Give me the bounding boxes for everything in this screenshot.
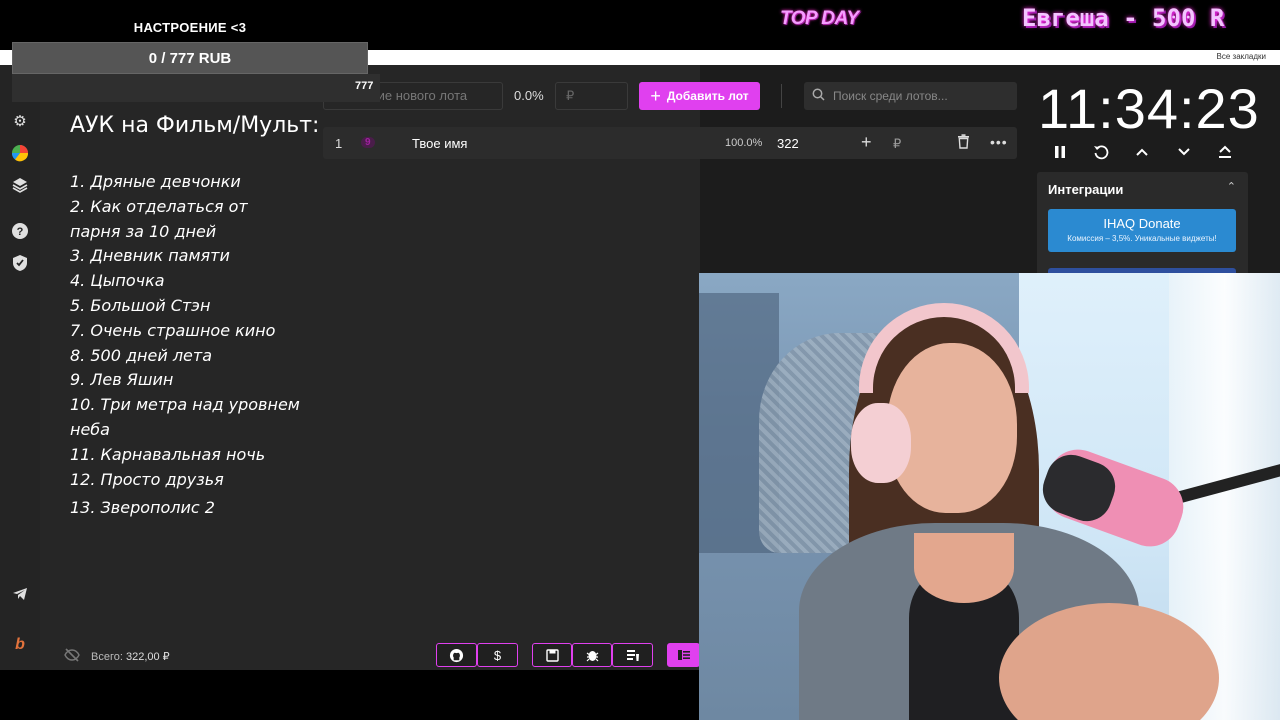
save-icon[interactable]	[532, 643, 572, 667]
search-placeholder: Поиск среди лотов...	[833, 89, 948, 103]
pause-icon[interactable]	[1048, 140, 1072, 164]
film-item: 3. Дневник памяти	[70, 246, 230, 266]
top-day-label: TOP DAY	[780, 8, 859, 29]
stream-bottom-bar	[0, 670, 699, 720]
more-options-icon[interactable]: •••	[990, 134, 1008, 150]
film-item: 7. Очень страшное кино	[70, 320, 276, 340]
headphones-earcup	[851, 403, 911, 483]
timer-controls	[1047, 140, 1247, 164]
lot-name[interactable]: Твое имя	[412, 136, 467, 151]
integrations-title: Интеграции	[1048, 182, 1124, 197]
all-bookmarks-link[interactable]: Все закладки	[1217, 52, 1266, 61]
bug-icon[interactable]	[572, 643, 612, 667]
search-icon	[812, 88, 825, 104]
goal-title: НАСТРОЕНИЕ <3	[133, 20, 247, 35]
film-item: 4. Цыпочка	[70, 271, 165, 291]
lot-search-input[interactable]: Поиск среди лотов...	[804, 82, 1017, 110]
telegram-icon[interactable]	[8, 582, 32, 606]
chevron-down-icon[interactable]	[1172, 140, 1196, 164]
film-item: 12. Просто друзья	[70, 469, 224, 489]
donate-subtitle: Комиссия – 3,5%. Уникальные виджеты!	[1067, 234, 1217, 243]
film-list: 1. Дряные девчонки 2. Как отделаться от …	[70, 170, 300, 521]
shield-icon[interactable]	[8, 251, 32, 275]
lot-number: 1	[335, 136, 343, 151]
goal-progress-track	[12, 74, 380, 102]
trash-icon[interactable]	[957, 134, 970, 152]
lot-badge: 9	[361, 137, 375, 148]
reset-icon[interactable]	[1089, 140, 1113, 164]
total-value: 322,00 ₽	[125, 651, 170, 663]
chevron-up-icon[interactable]	[1130, 140, 1154, 164]
top-donator-banner: Евгеша - 500 R	[1022, 4, 1225, 32]
film-item: 2. Как отделаться от парня за 10 дней	[70, 196, 248, 241]
clear-list-icon[interactable]	[612, 643, 653, 667]
eye-off-icon[interactable]	[64, 647, 80, 668]
goal-mark: 777	[355, 80, 374, 92]
streamer-neck	[914, 533, 1014, 603]
view-toggle-icon[interactable]	[667, 643, 700, 667]
integrations-panel: Интеграции ⌃ IHAQ Donate Комиссия – 3,5%…	[1037, 172, 1248, 282]
chevron-up-icon[interactable]: ⌃	[1227, 180, 1236, 193]
ihaq-donate-button[interactable]: IHAQ Donate Комиссия – 3,5%. Уникальные …	[1048, 209, 1236, 252]
gear-icon[interactable]: ⚙	[8, 109, 32, 133]
film-item: 9. Лев Яшин	[70, 370, 174, 390]
film-item: 11. Карнавальная ночь	[70, 444, 266, 464]
film-item: 13. Зверополис 2	[70, 498, 215, 518]
lot-row[interactable]: 1 9 Твое имя 100.0% 322 + ₽ •••	[323, 127, 1017, 159]
help-icon[interactable]: ?	[8, 219, 32, 243]
pie-chart-icon[interactable]	[8, 141, 32, 165]
auction-timer: 11:34:23	[1038, 77, 1260, 140]
donate-name: IHAQ Donate	[1103, 216, 1181, 231]
double-chevron-up-icon[interactable]	[1213, 140, 1237, 164]
brand-icon[interactable]: b	[8, 633, 32, 657]
add-amount-icon[interactable]: +	[861, 132, 872, 153]
film-item: 1. Дряные девчонки	[70, 172, 241, 191]
sidebar: ⚙ ? b	[0, 65, 40, 670]
svg-text:?: ?	[17, 226, 24, 238]
total-label: Всего:	[91, 651, 123, 663]
new-lot-percent: 0.0%	[514, 88, 544, 103]
new-lot-amount-input[interactable]: ₽	[555, 82, 628, 110]
layers-icon[interactable]	[8, 173, 32, 197]
lot-currency[interactable]: ₽	[893, 136, 901, 152]
webcam-feed	[699, 273, 1280, 720]
goal-progress: 0 / 777 RUB	[12, 42, 368, 74]
total-sum: Всего: 322,00 ₽	[91, 650, 170, 663]
film-item: 8. 500 дней лета	[70, 345, 213, 365]
dollar-icon[interactable]: $	[477, 643, 518, 667]
add-lot-button[interactable]: + Добавить лот	[639, 82, 760, 110]
add-lot-label: Добавить лот	[666, 89, 749, 103]
github-icon[interactable]	[436, 643, 477, 667]
lot-amount[interactable]: 322	[777, 136, 799, 151]
film-item: 10. Три метра над уровнем неба	[70, 395, 300, 439]
headphones-band	[859, 303, 1029, 393]
plus-icon: +	[650, 86, 661, 106]
film-item: 5. Большой Стэн	[70, 295, 211, 315]
lot-percent: 100.0%	[725, 137, 763, 149]
auction-title: АУК на Фильм/Мульт:	[70, 113, 320, 138]
toolbar-divider	[781, 84, 782, 108]
